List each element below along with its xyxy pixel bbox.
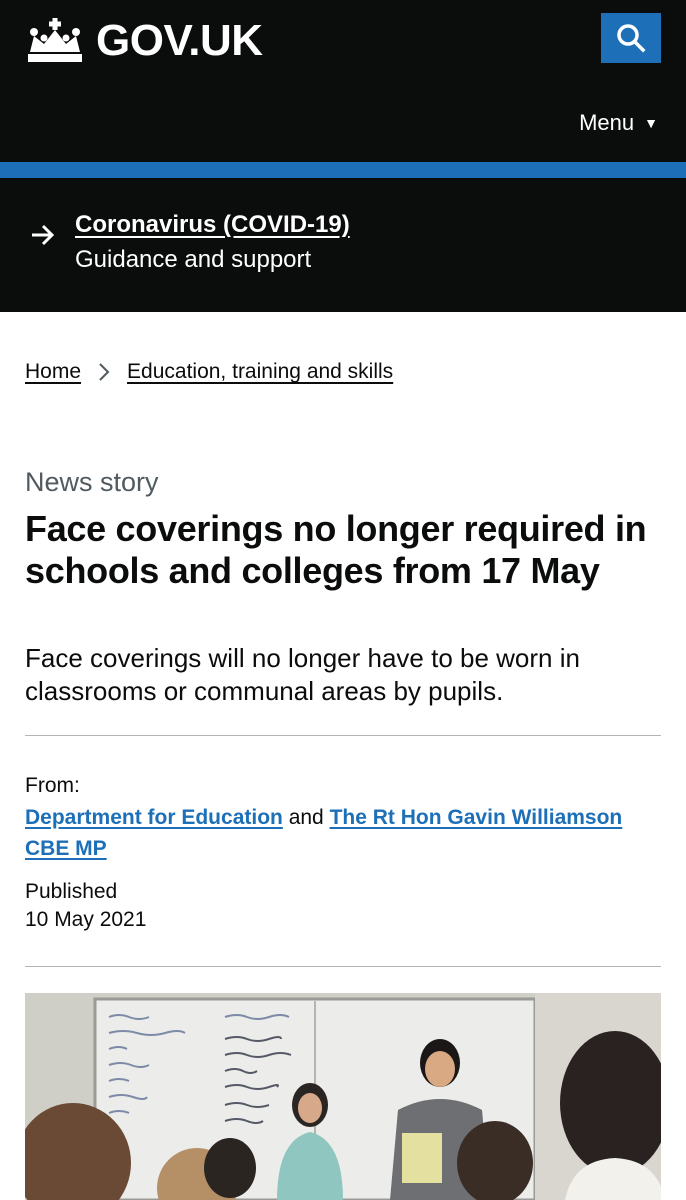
govuk-logo-link[interactable]: GOV.UK: [24, 16, 263, 66]
covid-subtitle: Guidance and support: [75, 246, 312, 273]
covid-banner: Coronavirus (COVID-19) Guidance and supp…: [0, 178, 686, 312]
search-icon: [617, 24, 646, 53]
logo-text: GOV.UK: [96, 16, 263, 65]
divider: [25, 735, 661, 736]
classroom-photo-illustration: [25, 993, 661, 1200]
site-header: GOV.UK Menu ▼: [0, 0, 686, 178]
breadcrumb-home-link[interactable]: Home: [25, 360, 81, 384]
classroom-photo: [25, 993, 661, 1200]
search-button[interactable]: [601, 13, 661, 63]
divider: [25, 966, 661, 967]
header-blue-bar: [0, 162, 686, 178]
chevron-right-icon: [99, 363, 110, 381]
breadcrumb: Home Education, training and skills: [25, 360, 393, 384]
organisation-links: Department for Education and The Rt Hon …: [25, 802, 625, 864]
published-date: 10 May 2021: [25, 908, 147, 931]
arrow-right-icon: [32, 224, 55, 246]
caret-down-icon: ▼: [644, 115, 658, 131]
crown-logo-icon: [28, 18, 82, 62]
document-type: News story: [25, 467, 159, 497]
published-label: Published: [25, 880, 118, 903]
menu-label: Menu: [579, 110, 635, 135]
page-title: Face coverings no longer required in sch…: [25, 508, 647, 591]
org-joiner: and: [288, 806, 324, 829]
lede-summary: Face coverings will no longer have to be…: [25, 643, 580, 706]
menu-button[interactable]: Menu ▼: [579, 110, 658, 136]
org-link-department-for-education[interactable]: Department for Education: [25, 806, 283, 829]
breadcrumb-education-link[interactable]: Education, training and skills: [127, 360, 393, 384]
from-label: From:: [25, 774, 80, 797]
covid-guidance-link[interactable]: Coronavirus (COVID-19): [75, 211, 350, 239]
